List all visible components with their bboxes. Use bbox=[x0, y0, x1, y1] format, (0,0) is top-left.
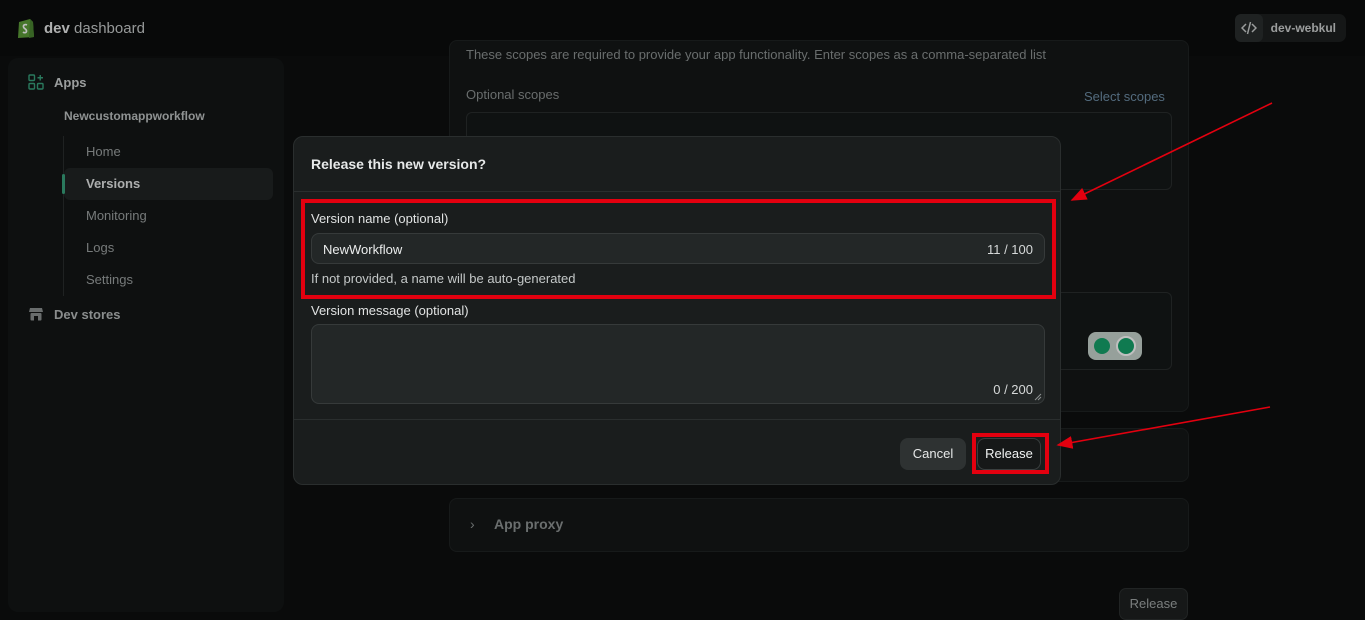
resize-handle-icon[interactable] bbox=[1034, 393, 1042, 401]
modal-header: Release this new version? bbox=[294, 137, 1060, 192]
modal-title: Release this new version? bbox=[311, 156, 487, 172]
cancel-button[interactable]: Cancel bbox=[900, 438, 966, 470]
modal-footer: Cancel Release bbox=[294, 419, 1060, 484]
annotation-box-version-name bbox=[301, 199, 1056, 299]
version-message-textarea[interactable]: 0 / 200 bbox=[311, 324, 1045, 404]
version-message-count: 0 / 200 bbox=[993, 382, 1033, 397]
release-version-modal: Release this new version? Version name (… bbox=[293, 136, 1061, 485]
annotation-box-release bbox=[972, 433, 1049, 474]
version-message-label: Version message (optional) bbox=[311, 303, 469, 318]
